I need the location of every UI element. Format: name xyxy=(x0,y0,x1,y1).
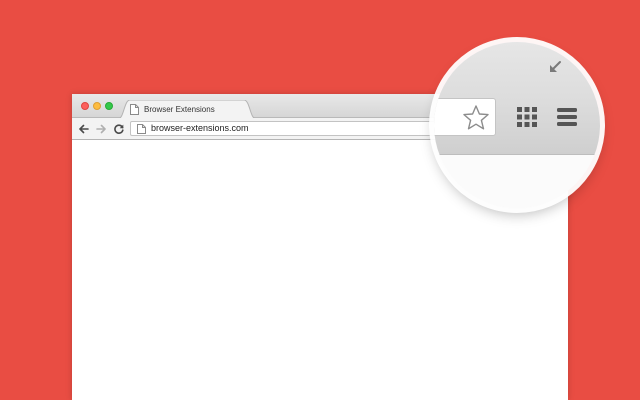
apps-grid-icon[interactable] xyxy=(516,106,538,128)
back-button[interactable] xyxy=(78,123,90,135)
forward-button[interactable] xyxy=(95,123,107,135)
background: Browser Extensions browser-extensions.co… xyxy=(0,0,640,400)
window-minimize-button[interactable] xyxy=(93,102,101,110)
resize-arrow-icon xyxy=(550,61,561,72)
reload-button[interactable] xyxy=(113,123,125,135)
magnifier-lens xyxy=(434,42,600,208)
url-text: browser-extensions.com xyxy=(151,123,249,133)
window-maximize-button[interactable] xyxy=(105,102,113,110)
magnified-page-area xyxy=(434,154,600,208)
tab-title: Browser Extensions xyxy=(144,105,215,114)
window-close-button[interactable] xyxy=(81,102,89,110)
menu-icon[interactable] xyxy=(556,106,578,128)
page-icon xyxy=(130,104,139,115)
page-icon xyxy=(137,124,146,134)
browser-tab[interactable]: Browser Extensions xyxy=(118,100,256,119)
star-icon[interactable] xyxy=(462,104,490,131)
magnified-toolbar xyxy=(434,42,600,154)
